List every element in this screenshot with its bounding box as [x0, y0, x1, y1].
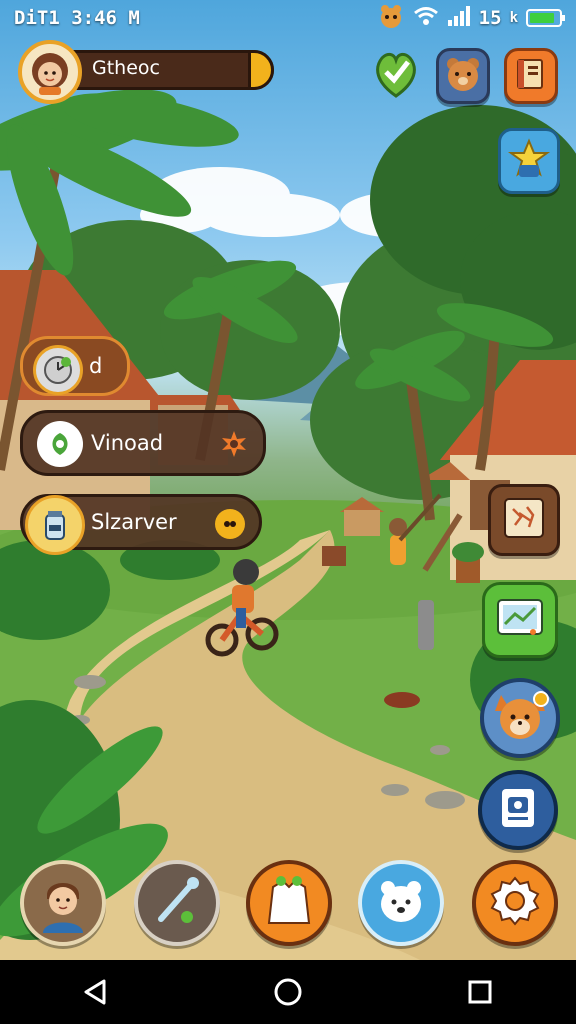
leaf-icon: [37, 421, 83, 467]
jar-icon: [25, 495, 85, 555]
clock-icon: [33, 345, 83, 395]
boy-avatar-button[interactable]: [20, 860, 106, 946]
wand-button[interactable]: [134, 860, 220, 946]
profile-name: Gtheoc: [92, 57, 160, 79]
polar-bear-icon: [374, 876, 428, 930]
home-icon[interactable]: [258, 962, 318, 1022]
signal-suffix: k: [509, 10, 518, 26]
wifi-icon: [413, 6, 439, 31]
book-icon: [514, 56, 548, 96]
map-pattern-icon: [501, 495, 547, 545]
fox-avatar-button[interactable]: [480, 678, 560, 758]
tablet-map-button[interactable]: [482, 582, 558, 658]
battery-fill: [530, 13, 554, 23]
shirt-button[interactable]: [246, 860, 332, 946]
shirt-icon: [263, 873, 315, 933]
menu-item-slzarver[interactable]: Slzarver: [20, 494, 262, 555]
fox-avatar-icon: [489, 685, 551, 751]
map-pattern-button[interactable]: [488, 484, 560, 556]
status-icons: 15 k: [377, 3, 565, 34]
boy-avatar-icon: [33, 869, 93, 937]
bear-icon: [444, 55, 482, 97]
wand-icon: [149, 873, 205, 933]
tablet-map-icon: [495, 596, 545, 644]
back-icon[interactable]: [66, 962, 126, 1022]
squirrel-notification-icon: [377, 3, 405, 34]
profile-pill[interactable]: Gtheoc: [18, 40, 274, 104]
menu-item-vinoad-label: Vinoad: [91, 431, 164, 455]
girl-avatar-icon[interactable]: [18, 40, 82, 104]
dots-icon: [215, 509, 245, 539]
profile-name-bar: [54, 50, 274, 90]
signal-text: 15: [478, 7, 502, 29]
heart-check-icon: [372, 46, 420, 104]
system-nav-bar: [0, 960, 576, 1024]
signal-icon: [447, 5, 471, 31]
battery-icon: [526, 9, 565, 27]
book-button[interactable]: [504, 48, 558, 104]
menu-item-timer[interactable]: d: [20, 336, 130, 396]
star-shield-button[interactable]: [498, 128, 560, 194]
settings-button[interactable]: [472, 860, 558, 946]
menu-item-vinoad[interactable]: Vinoad: [20, 410, 266, 476]
photo-icon: [496, 785, 540, 835]
bear-button[interactable]: [436, 48, 490, 104]
status-bar: DiT1 3:46 M 15 k: [0, 0, 576, 36]
menu-item-slzarver-label: Slzarver: [91, 510, 177, 534]
gear-burst-icon: [219, 429, 249, 459]
star-shield-icon: [507, 137, 551, 185]
heart-check-button[interactable]: [372, 48, 420, 102]
menu-item-timer-label: d: [89, 354, 103, 378]
status-time: DiT1 3:46 M: [14, 7, 140, 29]
settings-gear-icon: [488, 874, 542, 932]
photo-button[interactable]: [478, 770, 558, 850]
recents-icon[interactable]: [450, 962, 510, 1022]
polar-bear-button[interactable]: [358, 860, 444, 946]
